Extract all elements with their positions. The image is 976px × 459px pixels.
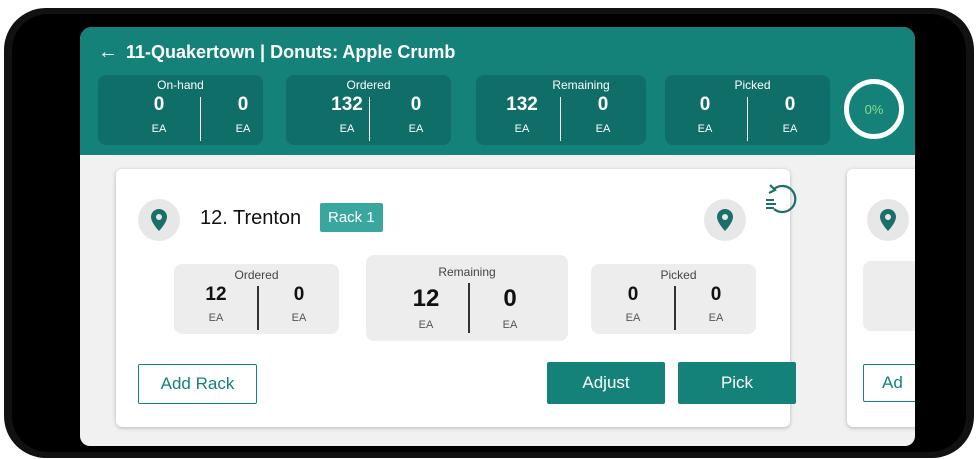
reset-list-icon[interactable]: [762, 183, 802, 219]
back-arrow-icon[interactable]: ←: [98, 41, 118, 64]
stat-label: Remaining: [438, 265, 496, 279]
stat-divider: [674, 286, 676, 330]
summary-on-hand: On-hand 0 0 EA EA: [98, 75, 263, 145]
stat-divider: [468, 283, 470, 333]
stat-ordered: Ordered 12 0 EA EA: [174, 264, 339, 334]
stat-unit-left: EA: [208, 312, 224, 324]
stat-unit-right: EA: [502, 319, 518, 331]
summary-unit-left: EA: [339, 123, 355, 135]
summary-value-left: 0: [153, 94, 165, 115]
next-store-card: Ad: [847, 169, 915, 427]
summary-value-right: 0: [237, 94, 249, 115]
summary-unit-left: EA: [151, 123, 167, 135]
stat-label: Ordered: [234, 268, 279, 282]
stat-remaining: Remaining 12 0 EA EA: [366, 255, 568, 341]
stat-unit-left: EA: [418, 319, 434, 331]
summary-label: Picked: [734, 78, 771, 92]
summary-unit-right: EA: [408, 123, 424, 135]
title-row: ← 11-Quakertown | Donuts: Apple Crumb: [98, 41, 455, 64]
summary-unit-left: EA: [514, 123, 530, 135]
store-name: 12. Trenton: [200, 207, 302, 229]
location-pin-icon[interactable]: [867, 199, 909, 241]
location-pin-icon[interactable]: [704, 199, 746, 241]
app-screen: ← 11-Quakertown | Donuts: Apple Crumb On…: [80, 27, 915, 446]
summary-value-left: 0: [699, 94, 711, 115]
stat-picked: Picked 0 0 EA EA: [591, 264, 756, 334]
stat-label: Picked: [660, 268, 697, 282]
summary-label: Remaining: [552, 78, 610, 92]
page-title: 11-Quakertown | Donuts: Apple Crumb: [126, 42, 456, 62]
add-rack-button[interactable]: Add Rack: [138, 364, 257, 404]
summary-divider: [369, 97, 370, 141]
summary-divider: [560, 97, 561, 141]
rack-badge[interactable]: Rack 1: [320, 203, 383, 232]
summary-unit-right: EA: [235, 123, 251, 135]
pick-button[interactable]: Pick: [678, 362, 796, 404]
stat-divider: [257, 286, 259, 330]
location-pin-icon[interactable]: [138, 199, 180, 241]
stat-value-left: 12: [205, 284, 227, 305]
stat-unit-left: EA: [625, 312, 641, 324]
summary-unit-right: EA: [782, 123, 798, 135]
stat-value-right: 0: [710, 284, 722, 305]
summary-picked: Picked 0 0 EA EA: [665, 75, 830, 145]
app-header: ← 11-Quakertown | Donuts: Apple Crumb On…: [80, 27, 915, 155]
add-rack-button[interactable]: Ad: [863, 364, 915, 402]
summary-label: Ordered: [346, 78, 391, 92]
progress-ring: 0%: [844, 79, 904, 139]
summary-value-right: 0: [784, 94, 796, 115]
stat-unit-right: EA: [708, 312, 724, 324]
stat-value-right: 0: [293, 284, 305, 305]
summary-ordered: Ordered 132 0 EA EA: [286, 75, 451, 145]
summary-divider: [747, 97, 748, 141]
stat-value-left: 12: [412, 285, 440, 312]
stat-value-left: 0: [627, 284, 639, 305]
summary-value-right: 0: [410, 94, 422, 115]
stat-unit-right: EA: [291, 312, 307, 324]
summary-value-right: 0: [597, 94, 609, 115]
stat-remaining: [863, 261, 915, 331]
store-card: 12. Trenton Rack 1 Ordered 12 0 EA EA Re…: [116, 169, 797, 427]
summary-unit-left: EA: [697, 123, 713, 135]
stat-value-right: 0: [503, 285, 517, 312]
adjust-button[interactable]: Adjust: [547, 362, 665, 404]
summary-value-left: 132: [331, 94, 363, 115]
summary-value-left: 132: [506, 94, 538, 115]
summary-remaining: Remaining 132 0 EA EA: [476, 75, 646, 145]
summary-unit-right: EA: [595, 123, 611, 135]
summary-label: On-hand: [157, 78, 204, 92]
summary-divider: [200, 97, 201, 141]
